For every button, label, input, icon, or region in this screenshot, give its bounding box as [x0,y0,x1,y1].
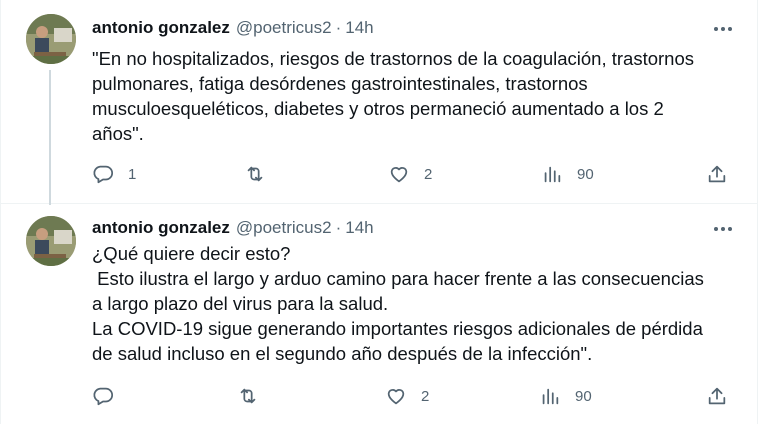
views-icon [544,166,561,183]
timeline: antonio gonzalez @poetricus2 · 14h "En n… [0,0,758,424]
tweet[interactable]: antonio gonzalez @poetricus2 · 14h ¿Qué … [1,205,757,424]
like-icon [387,389,405,405]
tweet-actions: 1 2 90 [1,159,757,189]
views-button[interactable]: 90 [539,381,592,411]
avatar-image [26,14,76,64]
views-icon [542,388,559,405]
retweet-button[interactable] [244,159,280,189]
like-count: 2 [421,387,430,405]
views-count: 90 [575,387,592,405]
retweet-icon [240,388,256,404]
author-handle[interactable]: @poetricus2 [236,218,332,238]
views-button[interactable]: 90 [541,159,594,189]
timestamp[interactable]: 14h [345,18,373,38]
views-count: 90 [577,165,594,183]
author-name[interactable]: antonio gonzalez [92,218,230,238]
share-button[interactable] [706,381,728,411]
tweet-header: antonio gonzalez @poetricus2 · 14h [92,217,374,239]
share-button[interactable] [706,159,728,189]
retweet-icon [247,166,263,182]
author-handle[interactable]: @poetricus2 [236,18,332,38]
reply-count: 1 [128,165,137,183]
more-icon[interactable] [711,220,735,238]
author-name[interactable]: antonio gonzalez [92,18,230,38]
tweet-text: "En no hospitalizados, riesgos de trasto… [92,48,694,144]
separator-dot: · [335,18,342,37]
tweet-header: antonio gonzalez @poetricus2 · 14h [92,17,374,39]
avatar[interactable] [26,14,76,64]
tweet-text: ¿Qué quiere decir esto? Esto ilustra el … [92,243,704,364]
reply-button[interactable]: 1 [92,159,136,189]
like-button[interactable]: 2 [385,381,429,411]
separator-dot: · [335,218,342,237]
reply-button[interactable] [92,381,128,411]
retweet-button[interactable] [237,381,273,411]
avatar-image [26,216,76,266]
like-button[interactable]: 2 [388,159,432,189]
like-icon [390,167,408,183]
timestamp[interactable]: 14h [345,218,373,238]
like-count: 2 [424,165,433,183]
more-icon[interactable] [711,20,735,38]
reply-icon [93,387,114,406]
avatar[interactable] [26,216,76,266]
share-icon [708,387,726,405]
tweet-actions: 2 90 [1,381,757,411]
tweet[interactable]: antonio gonzalez @poetricus2 · 14h "En n… [1,0,757,205]
share-icon [708,165,726,183]
reply-icon [93,165,114,184]
